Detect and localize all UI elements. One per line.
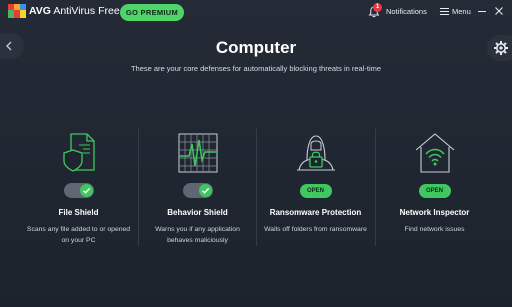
card-description: Walls off folders from ransomware — [264, 226, 367, 233]
file-shield-icon — [62, 133, 95, 172]
ransomware-protection-card[interactable]: OPEN Ransomware Protection Walls off fol… — [256, 128, 375, 250]
card-title: Network Inspector — [399, 208, 470, 217]
card-title: Behavior Shield — [167, 208, 228, 217]
notification-badge: 1 — [373, 3, 382, 12]
card-description: Find network issues — [404, 226, 465, 233]
ransomware-open-button[interactable]: OPEN — [299, 184, 332, 198]
card-description: Warns you if any application behaves mal… — [155, 226, 240, 244]
card-title: Ransomware Protection — [269, 208, 362, 217]
network-inspector-open-button[interactable]: OPEN — [418, 184, 451, 198]
behavior-shield-toggle[interactable] — [182, 183, 213, 198]
checkmark-icon — [82, 187, 90, 194]
page-subtitle: These are your core defenses for automat… — [130, 64, 382, 73]
menu-button[interactable]: Menu — [452, 7, 471, 16]
checkmark-icon — [201, 187, 209, 194]
title-bar: AVG AntiVirus Free GO PREMIUM 1 Notifica… — [0, 0, 512, 24]
toggle-on-knob — [79, 184, 93, 197]
minimize-icon[interactable] — [477, 6, 487, 16]
file-shield-toggle[interactable] — [63, 183, 94, 198]
notifications-link[interactable]: Notifications — [386, 7, 427, 16]
network-inspector-card[interactable]: OPEN Network Inspector Find network issu… — [375, 128, 494, 250]
card-description: Scans any file added to or opened on you… — [26, 226, 131, 244]
behavior-shield-card[interactable]: Behavior Shield Warns you if any applica… — [138, 128, 257, 250]
behavior-monitor-icon — [178, 133, 217, 173]
app-name: AVG AntiVirus Free — [29, 5, 120, 17]
toggle-on-knob — [198, 184, 212, 197]
file-shield-card[interactable]: File Shield Scans any file added to or o… — [19, 128, 138, 250]
app-window: AVG AntiVirus Free GO PREMIUM 1 Notifica… — [0, 0, 512, 307]
ransomware-lock-icon — [296, 135, 335, 171]
card-title: File Shield — [58, 208, 99, 217]
network-house-icon — [415, 133, 454, 173]
go-premium-button[interactable]: GO PREMIUM — [120, 4, 184, 21]
close-icon[interactable] — [494, 6, 504, 16]
hamburger-menu-icon[interactable] — [440, 8, 449, 15]
page-title: Computer — [215, 38, 297, 57]
avg-logo-icon — [8, 4, 26, 18]
